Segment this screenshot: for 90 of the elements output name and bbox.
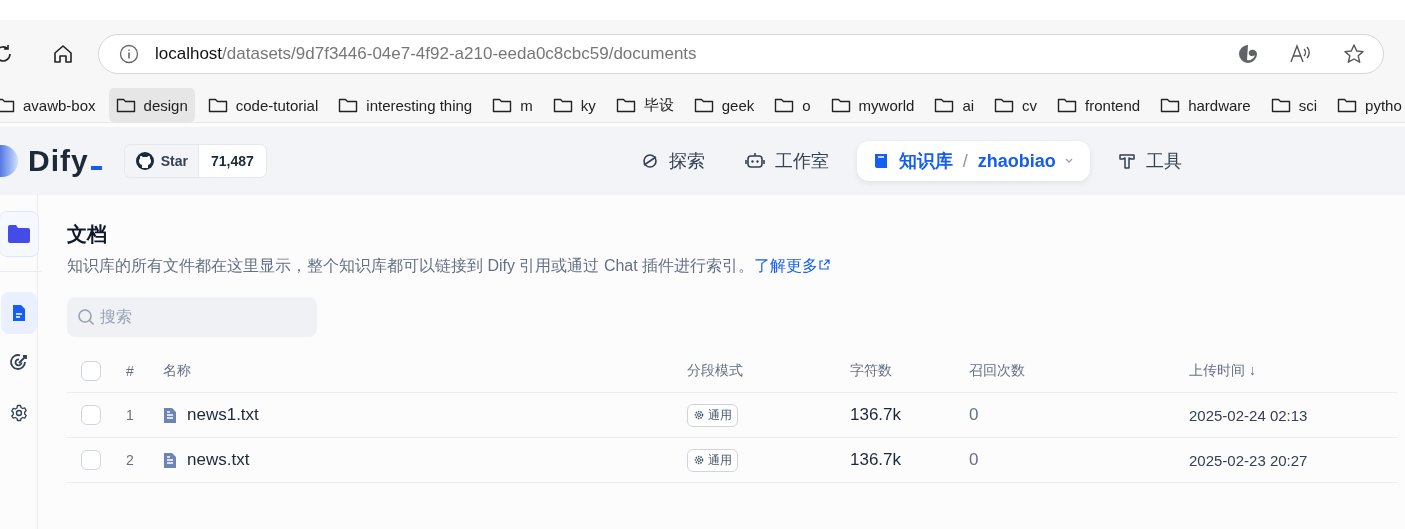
folder-icon bbox=[693, 97, 714, 113]
upload-time: 2025-02-23 20:27 bbox=[1189, 451, 1309, 469]
hammer-icon bbox=[1117, 152, 1136, 170]
file-name[interactable]: news.txt bbox=[187, 450, 250, 470]
bookmark-folder[interactable]: avawb-box bbox=[0, 88, 103, 122]
bookmark-folder[interactable]: m bbox=[485, 88, 540, 122]
bookmark-folder[interactable]: pytho bbox=[1330, 88, 1405, 122]
folder-icon bbox=[6, 224, 31, 244]
folder-icon bbox=[830, 97, 851, 113]
page-title: 文档 bbox=[67, 222, 108, 247]
logo-underscore-mark bbox=[90, 166, 102, 170]
robot-icon bbox=[744, 152, 765, 170]
bookmark-folder[interactable]: sci bbox=[1263, 88, 1325, 122]
chunk-mode-tag: 通用 bbox=[687, 448, 738, 472]
star-icon[interactable] bbox=[1343, 43, 1365, 65]
book-icon bbox=[872, 152, 889, 170]
folder-icon bbox=[1270, 97, 1291, 113]
logo-text: Dify bbox=[28, 144, 89, 178]
folder-icon bbox=[615, 97, 636, 113]
folder-icon bbox=[994, 97, 1015, 113]
folder-icon bbox=[338, 97, 359, 113]
recall-count: 0 bbox=[969, 405, 980, 425]
bookmark-folder[interactable]: code-tutorial bbox=[200, 88, 326, 122]
column-header: 分段模式 bbox=[687, 361, 744, 380]
gear-icon bbox=[9, 404, 28, 422]
sidebar-item[interactable] bbox=[0, 292, 37, 334]
home-icon[interactable] bbox=[52, 43, 74, 65]
nav-tab[interactable]: 工具 bbox=[1105, 141, 1194, 181]
bookmark-folder[interactable]: ky bbox=[545, 88, 603, 122]
column-header: 名称 bbox=[163, 361, 192, 380]
nav-tab[interactable]: 探索 bbox=[628, 141, 717, 181]
search-field[interactable]: 搜索 bbox=[67, 297, 317, 337]
bookmark-folder[interactable]: frontend bbox=[1050, 88, 1148, 122]
file-name[interactable]: news1.txt bbox=[187, 405, 259, 425]
dataset-badge[interactable] bbox=[0, 211, 39, 257]
document-icon bbox=[10, 304, 27, 322]
gear-icon bbox=[693, 454, 705, 466]
planet-icon bbox=[640, 152, 659, 170]
file-icon bbox=[163, 406, 177, 424]
chevron-down-icon bbox=[1063, 157, 1074, 165]
target-icon bbox=[8, 353, 29, 373]
row-checkbox[interactable] bbox=[81, 405, 101, 425]
bookmark-folder[interactable]: cv bbox=[987, 88, 1045, 122]
folder-icon bbox=[0, 97, 15, 113]
chunk-mode-tag: 通用 bbox=[687, 403, 738, 427]
select-all-checkbox[interactable] bbox=[81, 360, 101, 381]
bookmark-folder[interactable]: hardware bbox=[1153, 88, 1258, 122]
folder-icon bbox=[934, 97, 955, 113]
github-star-widget[interactable]: Star 71,487 bbox=[123, 144, 267, 178]
url-text: localhost/datasets/9d7f3446-04e7-4f92-a210-eeda0c8cbc59/documents bbox=[155, 44, 698, 64]
row-number: 2 bbox=[126, 452, 135, 468]
github-icon bbox=[134, 151, 155, 171]
folder-icon bbox=[492, 97, 513, 113]
external-link-icon bbox=[818, 259, 831, 271]
folder-icon bbox=[552, 97, 573, 113]
bookmark-folder[interactable]: design bbox=[108, 88, 195, 122]
folder-icon bbox=[1057, 97, 1078, 113]
bookmark-folder[interactable]: myworld bbox=[823, 88, 922, 122]
column-header: 召回次数 bbox=[969, 361, 1026, 380]
bookmark-folder[interactable]: ai bbox=[927, 88, 982, 122]
learn-more-link[interactable]: 了解更多 bbox=[754, 257, 831, 274]
folder-icon bbox=[774, 97, 795, 113]
page-description: 知识库的所有文件都在这里显示，整个知识库都可以链接到 Dify 引用或通过 Chat 插件进行索引。 bbox=[67, 257, 755, 274]
file-icon bbox=[163, 451, 177, 469]
folder-icon bbox=[115, 97, 136, 113]
gear-icon bbox=[693, 409, 705, 421]
column-header: 字符数 bbox=[850, 361, 893, 380]
read-aloud-icon[interactable] bbox=[1289, 43, 1313, 65]
char-count: 136.7k bbox=[850, 450, 903, 470]
nav-tab[interactable]: 工作室 bbox=[732, 141, 841, 181]
info-icon[interactable] bbox=[119, 44, 139, 64]
search-icon bbox=[77, 308, 95, 326]
bookmark-folder[interactable]: 毕设 bbox=[608, 88, 681, 122]
recall-count: 0 bbox=[969, 450, 980, 470]
column-header: 上传时间 ↓ bbox=[1189, 361, 1257, 380]
folder-icon bbox=[207, 97, 228, 113]
address-bar[interactable]: localhost/datasets/9d7f3446-04e7-4f92-a210-eeda0c8cbc59/documents bbox=[98, 34, 1384, 74]
bookmark-folder[interactable]: geek bbox=[686, 88, 762, 122]
swirl-icon[interactable] bbox=[1237, 43, 1259, 65]
folder-icon bbox=[1337, 97, 1358, 113]
bookmark-folder[interactable]: o bbox=[767, 88, 818, 122]
star-count: 71,487 bbox=[197, 145, 266, 177]
upload-time: 2025-02-24 02:13 bbox=[1189, 406, 1309, 424]
column-header: # bbox=[126, 362, 135, 379]
row-checkbox[interactable] bbox=[81, 450, 101, 470]
folder-icon bbox=[1160, 97, 1181, 113]
bookmark-folder[interactable]: interesting thing bbox=[331, 88, 480, 122]
char-count: 136.7k bbox=[850, 405, 903, 425]
nav-tab[interactable]: 知识库 / zhaobiao bbox=[856, 141, 1090, 181]
row-number: 1 bbox=[126, 407, 135, 423]
